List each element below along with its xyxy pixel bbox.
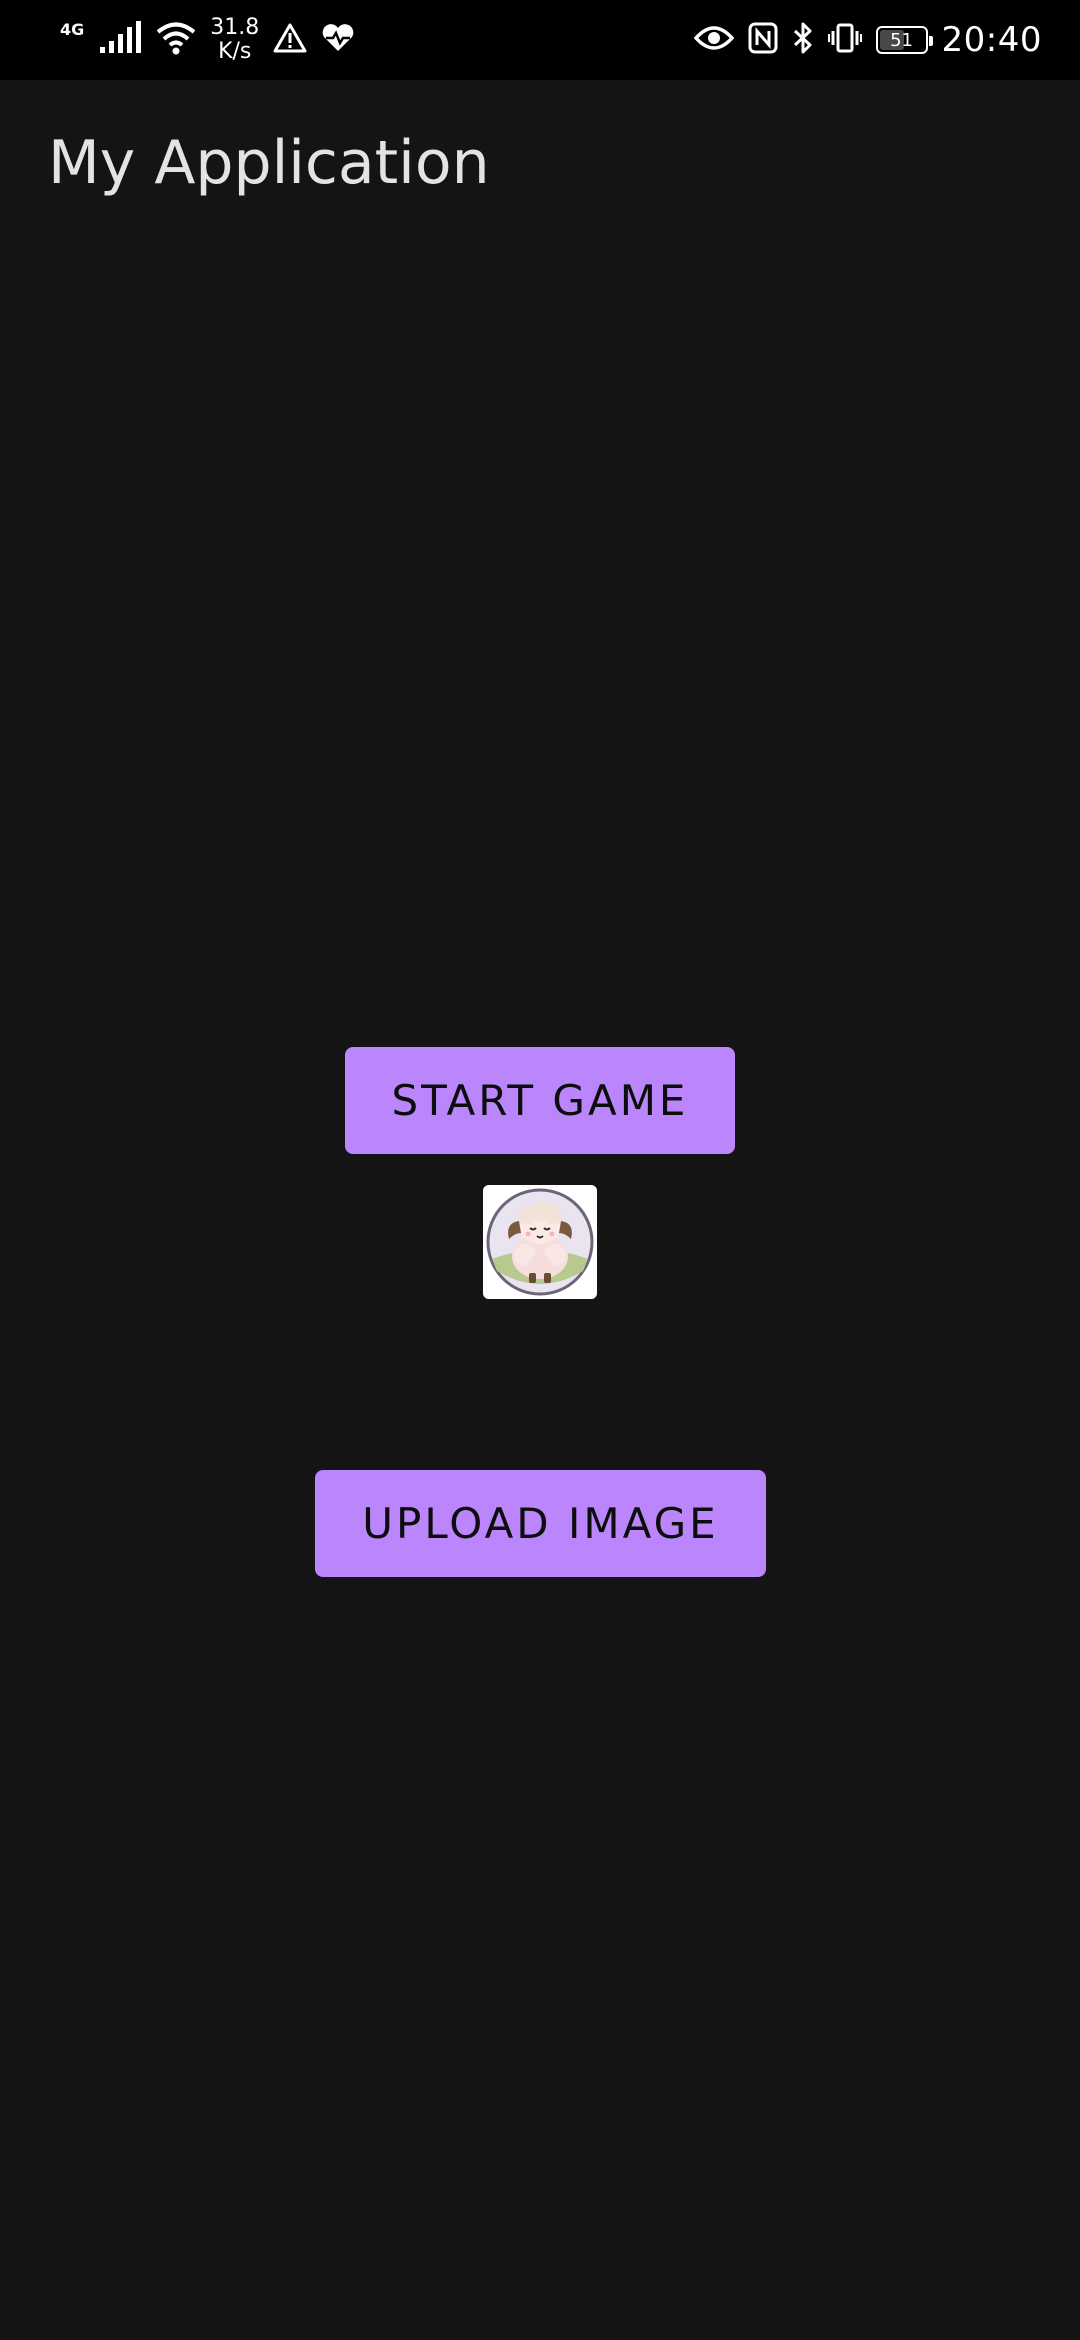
status-bar-right: 51 20:40	[693, 12, 1042, 68]
battery-level: 51	[890, 29, 913, 51]
nfc-icon	[748, 22, 778, 58]
signal-icon	[98, 21, 142, 59]
status-bar-left: 4G 31.8 K/s	[60, 12, 355, 68]
battery-cap	[928, 36, 933, 46]
battery-icon: 51	[875, 26, 933, 54]
network-speed-unit: K/s	[218, 39, 252, 64]
heart-health-icon	[321, 23, 355, 57]
status-bar: 4G 31.8 K/s 51 20:40	[0, 0, 1080, 80]
eye-icon	[693, 24, 734, 56]
sheep-avatar-icon	[483, 1185, 597, 1299]
network-speed-value: 31.8	[210, 15, 260, 40]
app-title: My Application	[48, 128, 490, 198]
bluetooth-icon	[792, 21, 814, 59]
network-speed: 31.8 K/s	[210, 16, 259, 64]
network-type-label: 4G	[60, 20, 85, 39]
warning-icon	[273, 22, 307, 58]
wifi-icon	[156, 21, 196, 59]
upload-image-button[interactable]: UPLOAD IMAGE	[315, 1470, 766, 1577]
start-game-button[interactable]: START GAME	[345, 1047, 735, 1154]
clock: 20:40	[941, 20, 1042, 60]
vibrate-icon	[827, 22, 862, 58]
